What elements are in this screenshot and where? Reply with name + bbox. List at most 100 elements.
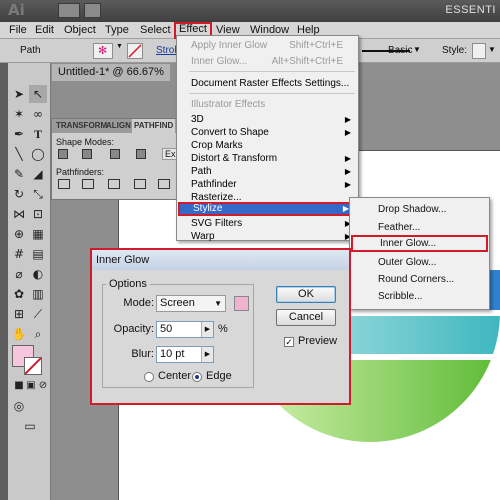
preview-checkbox[interactable]: ✓: [284, 337, 294, 347]
divide-icon[interactable]: [58, 179, 70, 189]
fill-dropdown-arrow[interactable]: ▼: [116, 43, 126, 59]
none-mode-icon[interactable]: ⊘: [34, 377, 52, 395]
menu-item-3d[interactable]: 3D ▶: [178, 113, 357, 126]
tab-align[interactable]: ALIGN: [104, 119, 133, 133]
edge-label: Edge: [206, 370, 232, 382]
bridge-button[interactable]: [58, 3, 80, 18]
graphic-style-dropdown-icon[interactable]: ▼: [488, 45, 496, 54]
ok-button[interactable]: OK: [276, 286, 336, 303]
menu-item-stylize[interactable]: Stylize ▶: [178, 202, 357, 216]
menu-type[interactable]: Type: [102, 23, 132, 38]
paintbrush-tool-icon[interactable]: ✎: [10, 165, 28, 183]
menu-item-3d-label: 3D: [191, 114, 204, 125]
blur-label: Blur:: [131, 348, 154, 360]
submenu-item-round-corners[interactable]: Round Corners...: [351, 271, 488, 288]
graphic-style-swatch[interactable]: [472, 43, 486, 59]
style-preset-value[interactable]: Basic: [388, 45, 412, 56]
menu-item-svg-filters-label: SVG Filters: [191, 218, 243, 229]
arrange-documents-button[interactable]: [84, 3, 101, 18]
menu-item-convert-to-shape-label: Convert to Shape: [191, 127, 269, 138]
zoom-tool-icon[interactable]: ⌕: [29, 325, 47, 343]
menu-select[interactable]: Select: [137, 23, 174, 38]
type-tool-icon[interactable]: T: [29, 125, 47, 143]
rotate-tool-icon[interactable]: ↻: [10, 185, 28, 203]
slice-tool-icon[interactable]: ⟋: [29, 305, 47, 323]
gradient-tool-icon[interactable]: ▤: [29, 245, 47, 263]
merge-icon[interactable]: [108, 179, 120, 189]
free-transform-tool-icon[interactable]: ⊡: [29, 205, 47, 223]
center-radio[interactable]: [144, 372, 154, 382]
trim-icon[interactable]: [82, 179, 94, 189]
eyedropper-tool-icon[interactable]: ⌀: [10, 265, 28, 283]
workspace-switcher[interactable]: ESSENTI: [445, 4, 496, 16]
menu-item-pathfinder[interactable]: Pathfinder ▶: [178, 178, 357, 191]
exclude-icon[interactable]: [136, 149, 146, 159]
menu-item-warp[interactable]: Warp ▶: [178, 230, 357, 243]
edge-radio[interactable]: [192, 372, 202, 382]
minus-front-icon[interactable]: [82, 149, 92, 159]
crop-icon[interactable]: [134, 179, 146, 189]
menu-object[interactable]: Object: [61, 23, 99, 38]
column-graph-tool-icon[interactable]: ▥: [29, 285, 47, 303]
tab-pathfinder[interactable]: PATHFIND: [132, 119, 176, 133]
outline-icon[interactable]: [158, 179, 170, 189]
menu-item-pathfinder-label: Pathfinder: [191, 179, 237, 190]
symbol-sprayer-tool-icon[interactable]: ✿: [10, 285, 28, 303]
tab-transform[interactable]: TRANSFORM: [54, 119, 109, 133]
blend-tool-icon[interactable]: ◐: [29, 265, 47, 283]
menu-item-raster-settings[interactable]: Document Raster Effects Settings...: [178, 77, 357, 90]
pathfinder-panel: TRANSFORM ALIGN PATHFIND Shape Modes: Ex…: [51, 118, 179, 200]
width-tool-icon[interactable]: ⋈: [10, 205, 28, 223]
intersect-icon[interactable]: [110, 149, 120, 159]
submenu-item-inner-glow[interactable]: Inner Glow...: [351, 235, 488, 252]
blur-stepper[interactable]: ▶: [201, 347, 213, 362]
screen-mode-icon[interactable]: ▭: [21, 417, 39, 435]
fill-swatch[interactable]: ✻: [93, 43, 113, 59]
perspective-grid-tool-icon[interactable]: ▦: [29, 225, 47, 243]
stroke-swatch[interactable]: [127, 43, 143, 59]
blur-input[interactable]: 10 pt ▶: [156, 346, 214, 363]
menu-item-apply-inner-glow[interactable]: Apply Inner Glow Shift+Ctrl+E: [178, 39, 357, 52]
draw-mode-icon[interactable]: ◎: [10, 397, 28, 415]
style-preset-dropdown-icon[interactable]: ▼: [413, 45, 421, 54]
inner-glow-label: Inner Glow...: [191, 56, 248, 67]
shape-builder-tool-icon[interactable]: ⊕: [10, 225, 28, 243]
glow-color-swatch[interactable]: [234, 296, 249, 311]
menu-item-crop-marks[interactable]: Crop Marks: [178, 139, 357, 152]
hand-tool-icon[interactable]: ✋: [10, 325, 28, 343]
opacity-stepper[interactable]: ▶: [201, 322, 213, 337]
mesh-tool-icon[interactable]: #: [10, 245, 28, 263]
menu-item-path[interactable]: Path ▶: [178, 165, 357, 178]
mode-select[interactable]: Screen ▼: [156, 295, 226, 312]
lasso-tool-icon[interactable]: ∞: [29, 105, 47, 123]
submenu-item-scribble[interactable]: Scribble...: [351, 288, 488, 305]
ellipse-tool-icon[interactable]: ◯: [29, 145, 47, 163]
tools-panel: ➤ ↖ ✶ ∞ ✒ T ╲ ◯ ✎ ◢ ↻ ⤡ ⋈ ⊡ ⊕ ▦ # ▤ ⌀ ◐ …: [8, 63, 51, 500]
menu-item-inner-glow[interactable]: Inner Glow... Alt+Shift+Ctrl+E: [178, 55, 357, 68]
unite-icon[interactable]: [58, 149, 68, 159]
menu-item-distort-transform[interactable]: Distort & Transform ▶: [178, 152, 357, 165]
stylize-submenu: Drop Shadow... Feather... Inner Glow... …: [349, 197, 490, 310]
menu-item-svg-filters[interactable]: SVG Filters ▶: [178, 217, 357, 230]
submenu-item-outer-glow[interactable]: Outer Glow...: [351, 254, 488, 271]
menu-item-stylize-label: Stylize: [193, 203, 223, 214]
menu-item-convert-to-shape[interactable]: Convert to Shape ▶: [178, 126, 357, 139]
scale-tool-icon[interactable]: ⤡: [29, 185, 47, 203]
menu-edit[interactable]: Edit: [32, 23, 57, 38]
inner-glow-shortcut: Alt+Shift+Ctrl+E: [271, 56, 343, 67]
eraser-tool-icon[interactable]: ◢: [29, 165, 47, 183]
artboard-tool-icon[interactable]: ⊞: [10, 305, 28, 323]
document-tab[interactable]: Untitled-1* @ 66.67% (CMYK: [52, 64, 170, 95]
opacity-input[interactable]: 50 ▶: [156, 321, 214, 338]
pen-tool-icon[interactable]: ✒: [10, 125, 28, 143]
line-tool-icon[interactable]: ╲: [10, 145, 28, 163]
magic-wand-icon[interactable]: ✶: [10, 105, 28, 123]
submenu-item-feather[interactable]: Feather...: [351, 219, 488, 236]
cancel-button[interactable]: Cancel: [276, 309, 336, 326]
menu-file[interactable]: File: [6, 23, 30, 38]
submenu-item-drop-shadow[interactable]: Drop Shadow...: [351, 201, 488, 218]
stroke-color-box[interactable]: [24, 357, 42, 375]
direct-selection-tool-icon[interactable]: ↖: [29, 85, 47, 103]
selection-tool-icon[interactable]: ➤: [10, 85, 28, 103]
submenu-arrow-icon: ▶: [344, 115, 351, 124]
